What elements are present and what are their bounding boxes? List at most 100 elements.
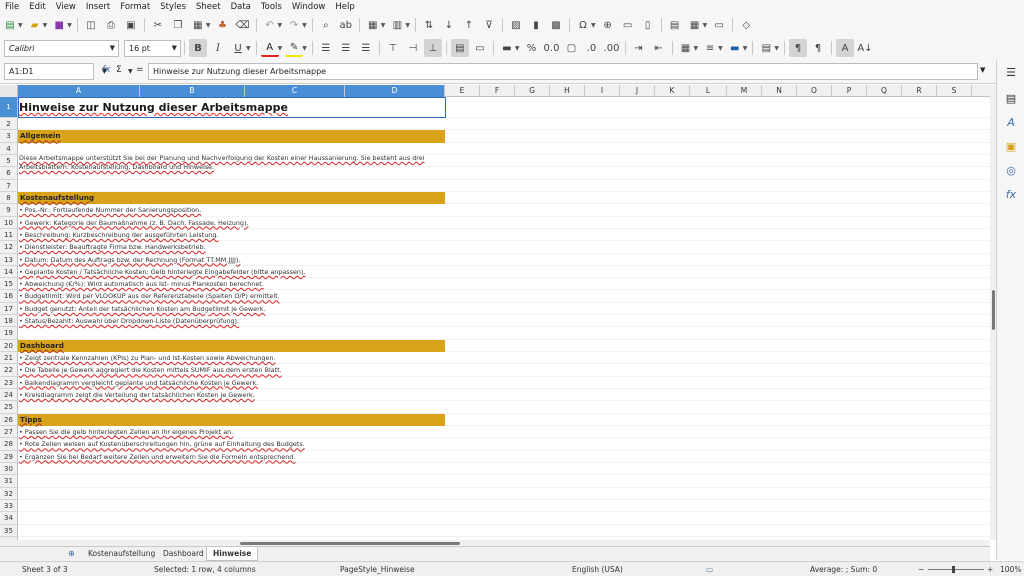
border-color-icon[interactable]: ▬ xyxy=(726,39,744,57)
cell-row-24[interactable]: • Kreisdiagramm zeigt die Verteilung der… xyxy=(19,389,255,401)
insert-chart-icon[interactable]: ▮ xyxy=(527,16,545,34)
row-header-1[interactable]: 1 xyxy=(0,97,18,118)
column-header-n[interactable]: N xyxy=(762,85,797,97)
align-center-icon[interactable]: ☰ xyxy=(337,39,355,57)
row-header-3[interactable]: 3 xyxy=(0,130,18,143)
export-pdf-icon[interactable]: ◫ xyxy=(82,16,100,34)
cell-row-11[interactable]: • Beschreibung: Kurzbeschreibung der aus… xyxy=(19,229,218,241)
column-header-a[interactable]: A xyxy=(18,85,140,97)
menu-sheet[interactable]: Sheet xyxy=(191,2,226,12)
chevron-down-icon[interactable]: ▼ xyxy=(43,22,48,29)
font-size-combo[interactable]: 16 pt ▼ xyxy=(124,39,181,57)
print-icon[interactable]: ⎙ xyxy=(102,16,120,34)
clone-formatting-icon[interactable]: ♣ xyxy=(214,16,232,34)
column-header-p[interactable]: P xyxy=(832,85,867,97)
menu-tools[interactable]: Tools xyxy=(256,2,287,12)
chevron-down-icon[interactable]: ▼ xyxy=(278,22,283,29)
date-format-icon[interactable]: ▢ xyxy=(563,39,581,57)
zoom-level[interactable]: 100% xyxy=(1000,565,1021,574)
define-print-area-icon[interactable]: ▤ xyxy=(666,16,684,34)
zoom-in-icon[interactable]: + xyxy=(987,565,993,574)
show-draw-functions-icon[interactable]: ◇ xyxy=(737,16,755,34)
font-color-icon[interactable]: A xyxy=(260,39,279,57)
tab-hinweise[interactable]: Hinweise xyxy=(206,547,259,561)
tab-kostenaufstellung[interactable]: Kostenaufstellung xyxy=(82,547,161,561)
gallery-icon[interactable]: ▣ xyxy=(1003,140,1019,156)
column-header-e[interactable]: E xyxy=(445,85,480,97)
delete-decimal-icon[interactable]: .00 xyxy=(603,39,621,57)
menu-edit[interactable]: Edit xyxy=(24,2,50,12)
column-header-i[interactable]: I xyxy=(585,85,620,97)
menu-view[interactable]: View xyxy=(51,2,81,12)
row-header-4[interactable]: 4 xyxy=(0,142,18,155)
chevron-down-icon[interactable]: ▼ xyxy=(110,44,115,52)
autofilter-icon[interactable]: ⊽ xyxy=(480,16,498,34)
find-replace-icon[interactable]: ⌕ xyxy=(317,16,335,34)
cut-icon[interactable]: ✂ xyxy=(149,16,167,34)
redo-icon[interactable]: ↷ xyxy=(285,16,303,34)
highlight-color-icon[interactable]: ✎ xyxy=(285,39,304,57)
zoom-out-icon[interactable]: − xyxy=(918,565,924,574)
comment-icon[interactable]: ▭ xyxy=(619,16,637,34)
row-header-21[interactable]: 21 xyxy=(0,352,18,365)
select-all-corner[interactable] xyxy=(0,85,18,97)
chevron-down-icon[interactable]: ▼ xyxy=(67,22,72,29)
chevron-down-icon[interactable]: ▼ xyxy=(18,22,23,29)
formula-input[interactable]: Hinweise zur Nutzung dieser Arbeitsmappe xyxy=(148,63,978,80)
chevron-down-icon[interactable]: ▼ xyxy=(774,45,779,52)
add-decimal-icon[interactable]: .0 xyxy=(583,39,601,57)
column-header-b[interactable]: B xyxy=(140,85,245,97)
expand-formula-bar-icon[interactable]: ▼ xyxy=(980,66,985,74)
cell-row-9[interactable]: • Pos.-Nr.: Fortlaufende Nummer der Sani… xyxy=(19,204,201,216)
spreadsheet-grid[interactable]: ABCDEFGHIJKLMNOPQRS 1 2 3 4 5 6 7 8 9 10 11 12 13 14 1… xyxy=(0,85,990,540)
chevron-down-icon[interactable]: ▼ xyxy=(694,45,699,52)
navigator-icon[interactable]: ◎ xyxy=(1003,164,1019,180)
row-header-13[interactable]: 13 xyxy=(0,253,18,266)
number-format-icon[interactable]: 0.0 xyxy=(543,39,561,57)
sort-descending-icon[interactable]: ↑ xyxy=(460,16,478,34)
language-status[interactable]: English (USA) xyxy=(572,565,623,574)
text-direction-vertical-icon[interactable]: A↓ xyxy=(856,39,874,57)
currency-format-icon[interactable]: ▬ xyxy=(498,39,516,57)
row-header-26[interactable]: 26 xyxy=(0,413,18,426)
hamburger-menu-icon[interactable]: ☰ xyxy=(1003,66,1019,82)
column-header-r[interactable]: R xyxy=(902,85,937,97)
column-header-l[interactable]: L xyxy=(690,85,727,97)
sum-icon[interactable]: Σ xyxy=(116,65,122,75)
chevron-down-icon[interactable]: ▼ xyxy=(206,22,211,29)
row-header-22[interactable]: 22 xyxy=(0,364,18,377)
row-header-11[interactable]: 11 xyxy=(0,228,18,242)
row-header-33[interactable]: 33 xyxy=(0,499,18,513)
italic-icon[interactable]: I xyxy=(209,39,227,57)
chevron-down-icon[interactable]: ▼ xyxy=(381,22,386,29)
cell-row-14[interactable]: • Geplante Kosten / Tatsächliche Kosten:… xyxy=(19,266,305,278)
cell-row-27[interactable]: • Passen Sie die gelb hinterlegten Zelle… xyxy=(19,426,233,438)
menu-insert[interactable]: Insert xyxy=(81,2,115,12)
cell-row-12[interactable]: • Dienstleister: Beauftragte Firma bzw. … xyxy=(19,241,206,253)
function-wizard-icon[interactable]: fx xyxy=(102,65,111,75)
row-header-18[interactable]: 18 xyxy=(0,315,18,328)
menu-format[interactable]: Format xyxy=(115,2,155,12)
menu-file[interactable]: File xyxy=(0,2,24,12)
column-header-g[interactable]: G xyxy=(515,85,550,97)
row-header-31[interactable]: 31 xyxy=(0,475,18,488)
chevron-down-icon[interactable]: ▼ xyxy=(302,22,307,29)
column-header-h[interactable]: H xyxy=(550,85,585,97)
open-folder-icon[interactable]: ▰ xyxy=(26,16,44,34)
chevron-down-icon[interactable]: ▼ xyxy=(278,45,283,52)
bold-icon[interactable]: B xyxy=(189,39,207,57)
border-style-icon[interactable]: ≡ xyxy=(701,39,719,57)
page-style[interactable]: PageStyle_Hinweise xyxy=(340,565,415,574)
sort-icon[interactable]: ⇅ xyxy=(420,16,438,34)
row-header-19[interactable]: 19 xyxy=(0,327,18,340)
row-header-32[interactable]: 32 xyxy=(0,487,18,500)
column-header-s[interactable]: S xyxy=(937,85,972,97)
row-header-20[interactable]: 20 xyxy=(0,339,18,353)
column-header-c[interactable]: C xyxy=(245,85,345,97)
row-header-25[interactable]: 25 xyxy=(0,401,18,414)
chevron-down-icon[interactable]: ▼ xyxy=(246,45,251,52)
save-icon[interactable]: ■ xyxy=(50,16,68,34)
row-header-23[interactable]: 23 xyxy=(0,376,18,390)
column-header-d[interactable]: D xyxy=(345,85,445,97)
section-header-dashboard[interactable]: Dashboard xyxy=(18,339,445,353)
